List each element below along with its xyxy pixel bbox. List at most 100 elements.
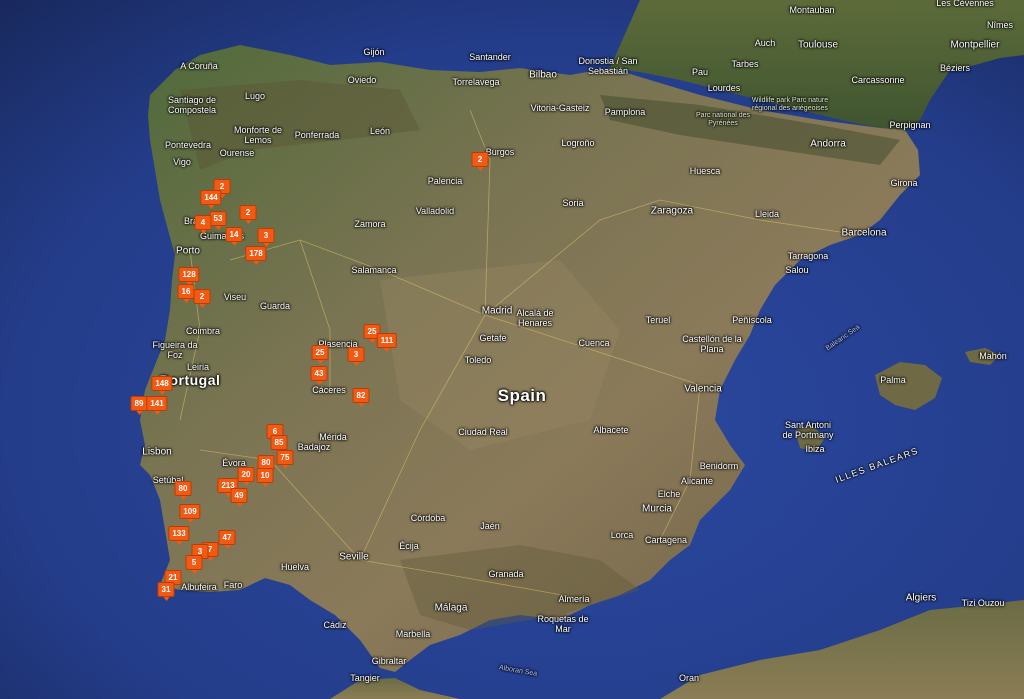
city-label: Burgos: [485, 147, 515, 157]
city-label: Mahón: [979, 351, 1007, 361]
city-label: Ibiza: [805, 444, 825, 454]
island-label: Palma: [880, 375, 906, 385]
park-label: Parc national des Pyrénées: [695, 112, 751, 127]
map-marker[interactable]: 53: [209, 211, 227, 230]
map-marker[interactable]: 2: [471, 152, 489, 171]
map-marker[interactable]: 20: [237, 467, 255, 486]
map-marker[interactable]: 75: [276, 450, 294, 469]
map-marker[interactable]: 5: [185, 555, 203, 574]
city-label: Badajoz: [297, 442, 331, 452]
map-marker[interactable]: 144: [200, 190, 222, 209]
city-label: Albufeira: [181, 582, 217, 592]
city-label: Montpellier: [950, 39, 1000, 51]
city-label: Santander: [469, 52, 511, 62]
city-label: Cádiz: [323, 620, 347, 630]
map-marker[interactable]: 10: [256, 468, 274, 487]
map-marker[interactable]: 89: [130, 396, 148, 415]
city-label: Cartagena: [644, 535, 688, 545]
city-label: Lourdes: [707, 83, 741, 93]
city-label: Huesca: [689, 166, 721, 176]
city-label: Perpignan: [889, 120, 931, 130]
city-label: Cuenca: [578, 338, 610, 348]
city-label: Alcalá de Henares: [516, 308, 554, 328]
map-marker[interactable]: 3: [257, 228, 275, 247]
city-label: Teruel: [645, 315, 671, 325]
map-marker[interactable]: 85: [270, 435, 288, 454]
map-marker[interactable]: 148: [151, 376, 173, 395]
map-marker[interactable]: 49: [230, 488, 248, 507]
city-label: Ciudad Real: [458, 427, 508, 437]
map-marker[interactable]: 2: [193, 289, 211, 308]
map-marker[interactable]: 133: [168, 526, 190, 545]
map-marker[interactable]: 25: [311, 345, 329, 364]
city-label: Valencia: [684, 383, 722, 395]
city-label: Murcia: [641, 503, 673, 515]
city-label: Peñíscola: [732, 315, 772, 325]
city-label: Castellón de la Plana: [682, 334, 742, 354]
city-label: Benidorm: [699, 461, 739, 471]
city-label: Málaga: [434, 602, 468, 614]
city-label: Palencia: [427, 176, 463, 186]
map-marker[interactable]: 80: [174, 481, 192, 500]
city-label: Huelva: [280, 562, 310, 572]
map-marker[interactable]: 31: [157, 582, 175, 601]
wildlife-label: Wildlife park Parc nature régional des a…: [751, 97, 829, 112]
city-label: Pamplona: [604, 107, 646, 117]
city-label: Girona: [890, 178, 918, 188]
city-label: Zamora: [354, 219, 386, 229]
city-label: Toledo: [464, 355, 492, 365]
city-label: Vitoria-Gasteiz: [530, 103, 590, 113]
city-label: Alicante: [680, 476, 714, 486]
city-label: Sant Antoni de Portmany: [782, 420, 834, 440]
city-label: Monforte de Lemos: [233, 125, 283, 145]
city-label: Gibraltar: [371, 656, 407, 666]
map-marker[interactable]: 16: [177, 284, 195, 303]
city-label: Donostia / San Sebastián: [578, 56, 638, 76]
city-label: Béziers: [939, 63, 971, 73]
city-label: Lisbon: [142, 446, 172, 458]
city-label: Logroño: [561, 138, 595, 148]
map-marker[interactable]: 109: [179, 504, 201, 523]
city-label: Santiago de Compostela: [167, 95, 217, 115]
city-label: Bilbao: [529, 69, 557, 81]
city-label: Torrelavega: [452, 77, 500, 87]
city-label: Viseu: [223, 292, 247, 302]
map-marker[interactable]: 14: [225, 227, 243, 246]
city-label: A Coruña: [180, 61, 218, 71]
city-label: Madrid: [481, 305, 513, 317]
city-label: Tarbes: [731, 59, 759, 69]
city-label: Les Cévennes: [936, 0, 994, 8]
city-label: Seville: [339, 551, 369, 563]
map-marker[interactable]: 4: [194, 215, 212, 234]
map-marker[interactable]: 43: [310, 366, 328, 385]
map-marker[interactable]: 141: [146, 396, 168, 415]
city-label: Zaragoza: [650, 205, 694, 217]
city-label: Montauban: [789, 5, 835, 15]
city-label: León: [369, 126, 391, 136]
map-marker[interactable]: 47: [218, 530, 236, 549]
map-marker[interactable]: 82: [352, 388, 370, 407]
city-label: Pontevedra: [164, 140, 212, 150]
city-label: Mérida: [319, 432, 347, 442]
city-label: Tizi Ouzou: [961, 598, 1005, 608]
map-marker[interactable]: 3: [347, 347, 365, 366]
city-label: Salamanca: [351, 265, 397, 275]
city-label: Roquetas de Mar: [537, 614, 589, 634]
map-marker[interactable]: 111: [376, 333, 398, 352]
map-marker[interactable]: 128: [178, 267, 200, 286]
city-label: Barcelona: [841, 227, 887, 239]
city-label: Porto: [176, 245, 200, 257]
map-marker[interactable]: 2: [239, 205, 257, 224]
city-label: Figueira da Foz: [152, 340, 198, 360]
city-label: Leiria: [186, 362, 210, 372]
city-label: Elche: [657, 489, 681, 499]
country-label-spain: Spain: [497, 386, 547, 405]
map-marker[interactable]: 178: [245, 246, 267, 265]
city-label: Pau: [691, 67, 709, 77]
city-label: Córdoba: [410, 513, 446, 523]
city-label: Almería: [558, 594, 590, 604]
city-label: Écija: [399, 541, 419, 551]
city-label: Ourense: [219, 148, 255, 158]
city-label: Gijón: [363, 47, 385, 57]
city-label: Valladolid: [415, 206, 455, 216]
